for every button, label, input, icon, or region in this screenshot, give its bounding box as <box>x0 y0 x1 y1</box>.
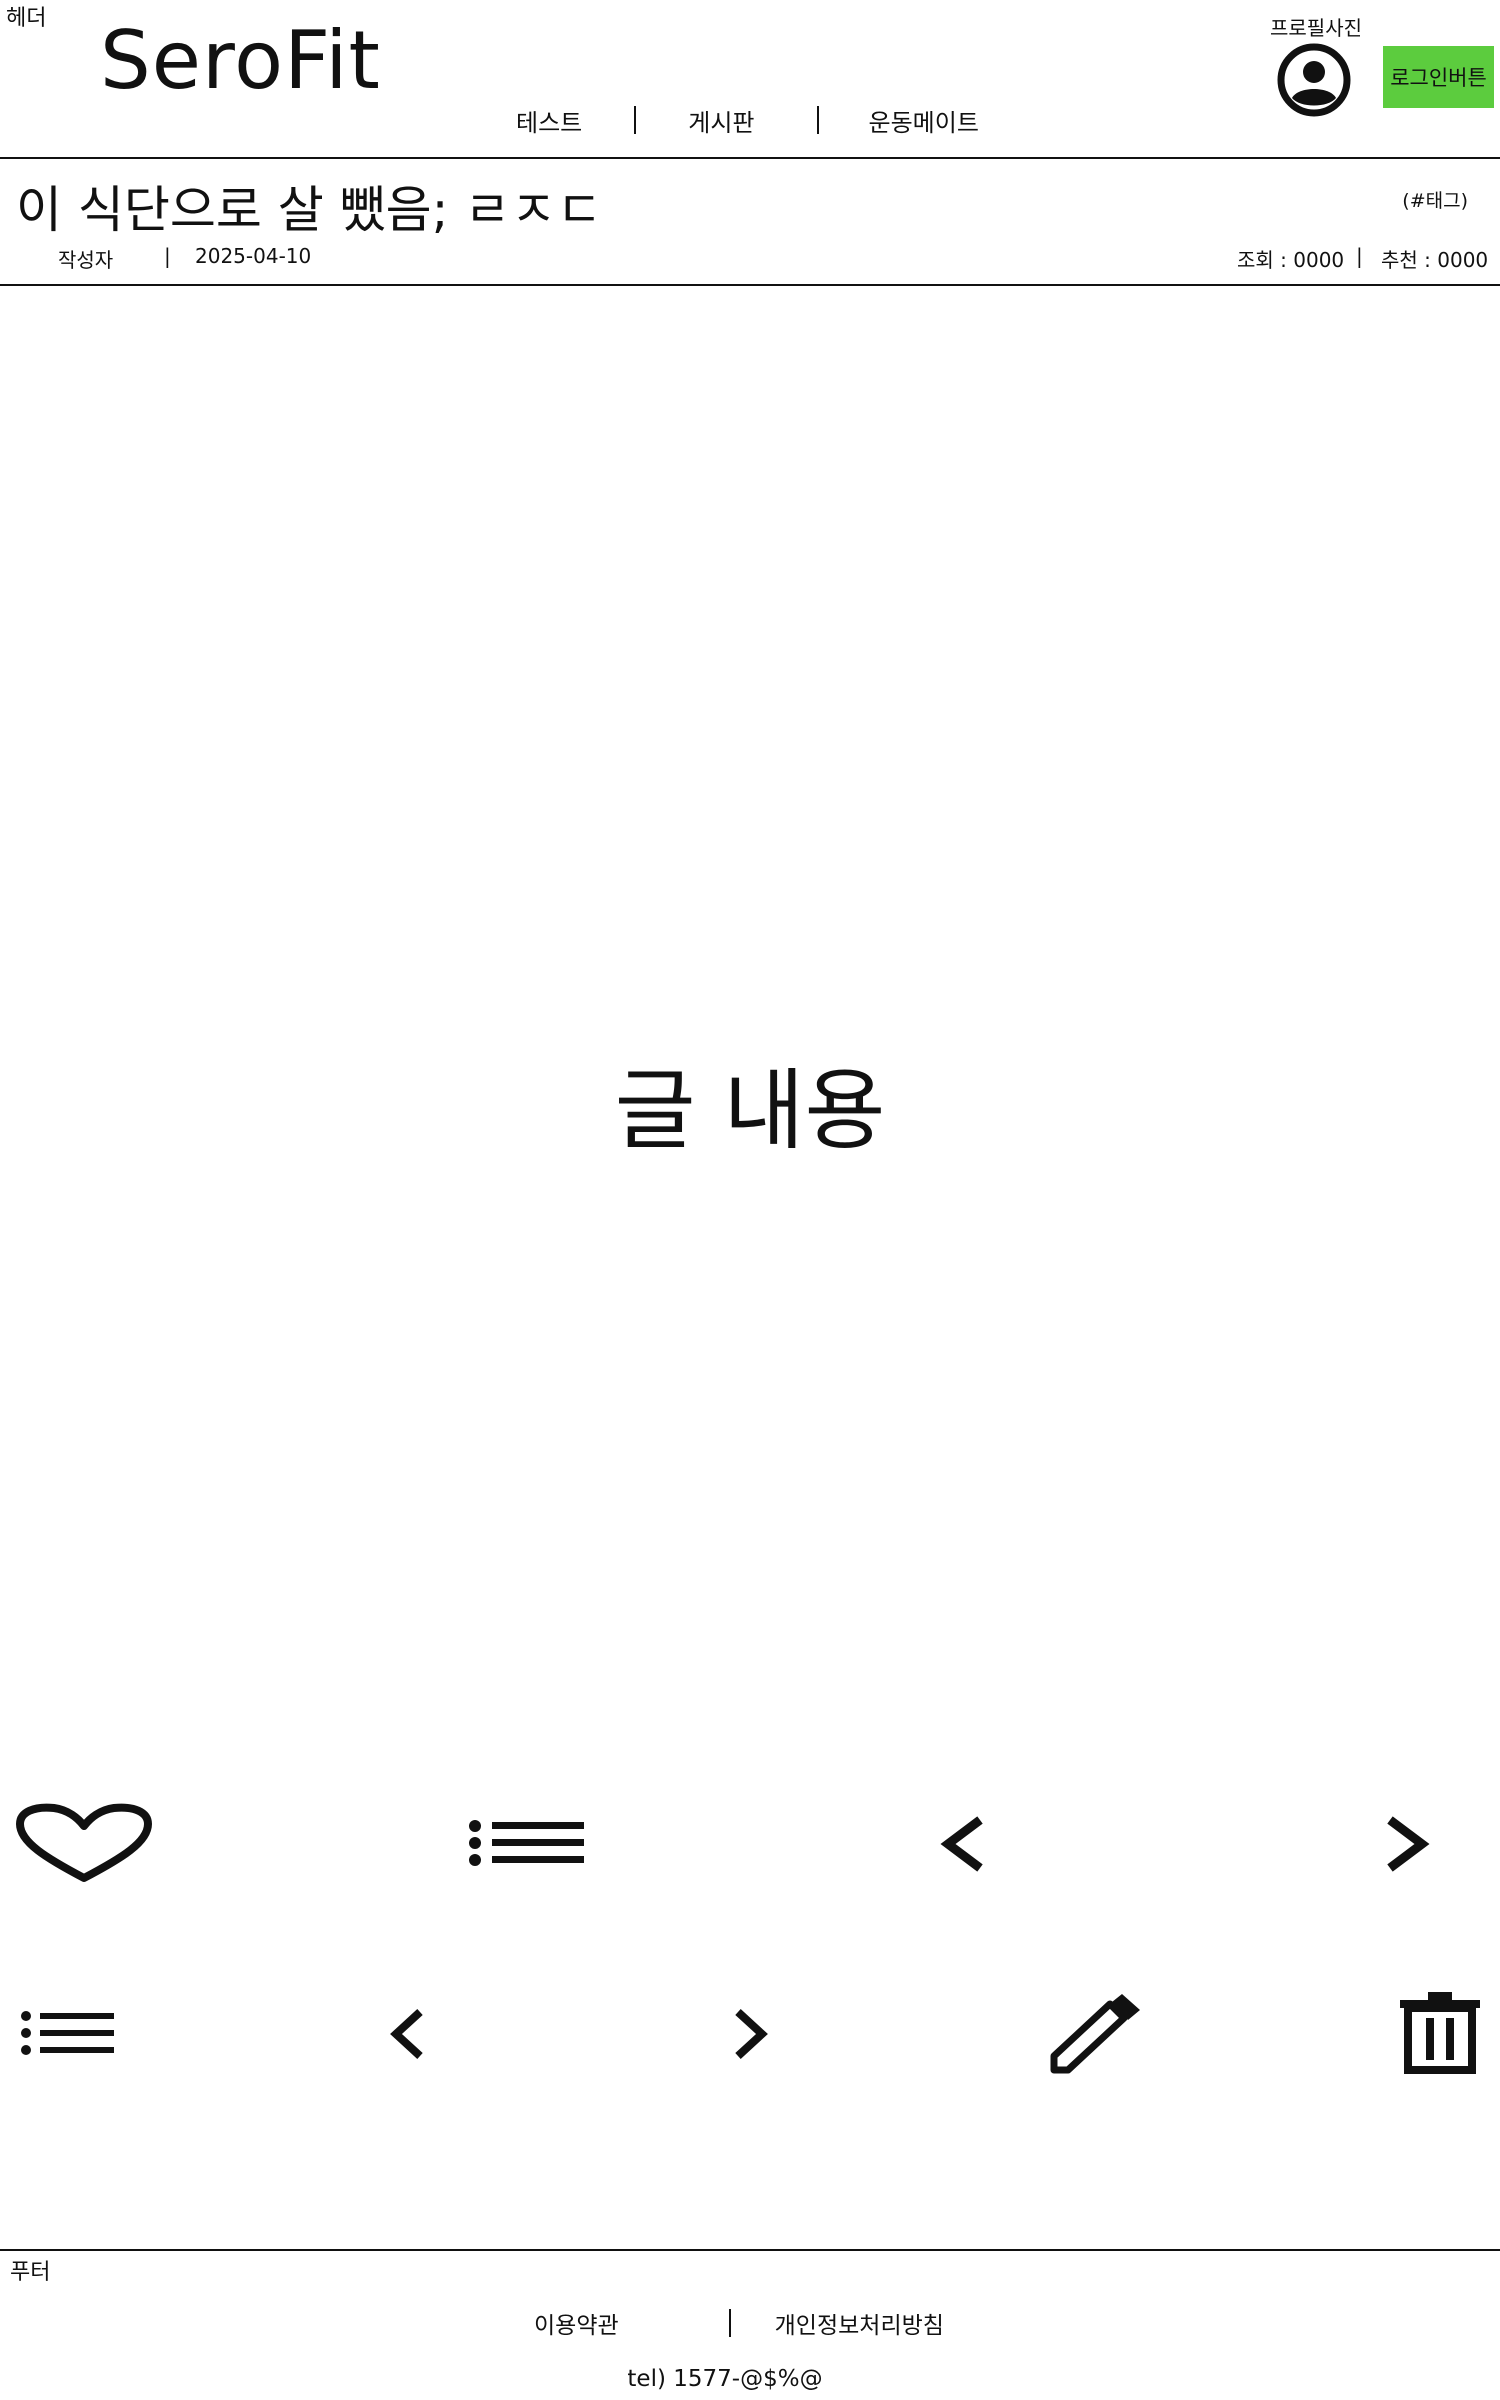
nav-item-board[interactable]: 게시판 <box>688 103 754 138</box>
trash-icon[interactable] <box>1398 1990 1482 2078</box>
header-section-label: 헤더 <box>6 6 47 31</box>
nav-divider <box>634 106 637 134</box>
footer-tel: tel) 1577-@$%@ <box>627 2366 823 2392</box>
chevron-right-icon[interactable] <box>1380 1814 1432 1878</box>
terms-link[interactable]: 이용약관 <box>534 2306 619 2340</box>
footer-links: 이용약관 개인정보처리방침 <box>534 2306 944 2340</box>
post-content: 글 내용 <box>614 1059 886 1162</box>
nav-item-workout-mate[interactable]: 운동메이트 <box>869 103 979 138</box>
footer-link-divider <box>728 2309 731 2337</box>
list-icon[interactable] <box>468 1818 588 1872</box>
post-likes: 추천 : 0000 <box>1381 248 1489 272</box>
footer-divider <box>0 2249 1500 2251</box>
meta-divider: | <box>164 244 171 268</box>
logo[interactable]: SeroFit <box>100 14 381 107</box>
profile-label: 프로필사진 <box>1270 16 1362 40</box>
header-divider <box>0 157 1500 159</box>
post-title: 이 식단으로 살 뺐음; ㄹㅈㄷ <box>16 181 603 239</box>
post-date: 2025-04-10 <box>195 244 312 268</box>
post-author[interactable]: 작성자 <box>58 244 113 273</box>
heart-icon[interactable] <box>16 1800 152 1888</box>
user-avatar-icon[interactable] <box>1276 42 1352 118</box>
login-button[interactable]: 로그인버튼 <box>1383 46 1494 108</box>
post-views: 조회 : 0000 <box>1237 248 1345 272</box>
chevron-left-icon[interactable] <box>386 2006 430 2066</box>
nav-item-test[interactable]: 테스트 <box>516 103 582 138</box>
list-icon[interactable] <box>20 2008 116 2062</box>
chevron-right-icon[interactable] <box>728 2006 772 2066</box>
privacy-policy-link[interactable]: 개인정보처리방침 <box>775 2306 944 2340</box>
footer-section-label: 푸터 <box>10 2260 51 2285</box>
nav-divider <box>816 106 819 134</box>
pencil-icon[interactable] <box>1048 1994 1144 2078</box>
post-tag[interactable]: (#태그) <box>1402 186 1468 213</box>
chevron-left-icon[interactable] <box>938 1814 990 1878</box>
post-header-divider <box>0 284 1500 286</box>
meta-divider: | <box>1356 244 1363 268</box>
main-nav: 테스트 게시판 운동메이트 <box>470 100 979 140</box>
